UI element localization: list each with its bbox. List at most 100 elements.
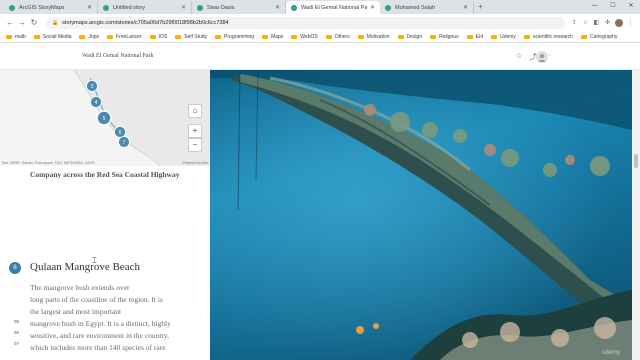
bookmark-label: Motivation bbox=[366, 33, 390, 40]
side-number: 06 bbox=[14, 330, 20, 335]
tab-title: Untitled story bbox=[113, 4, 146, 11]
section-body: The mangrove bush extends over long parts… bbox=[30, 282, 200, 354]
story-map[interactable]: 3 4 5 67 ⌂ + − Esri, HERE, Garmin, Foursqua… bbox=[0, 70, 210, 166]
maximize-icon[interactable]: ☐ bbox=[604, 0, 622, 14]
minimize-icon[interactable]: — bbox=[586, 0, 604, 14]
body-line: mangrove bush in Egypt. It is a distinct… bbox=[30, 319, 171, 328]
folder-icon bbox=[6, 34, 12, 39]
bookmark-label: Self Study bbox=[184, 33, 208, 40]
bookmark-label: WebOS bbox=[300, 33, 318, 40]
body-line: sensitive, and rare environment in the c… bbox=[30, 331, 170, 340]
tab-close-icon[interactable]: ✕ bbox=[87, 4, 92, 11]
map-marker[interactable]: 5 bbox=[96, 110, 112, 126]
bookmark-label: scientific research bbox=[532, 33, 573, 40]
bookmark-item[interactable]: Jops bbox=[79, 34, 99, 40]
browser-tab[interactable]: Mohamed Salah ✕ bbox=[380, 1, 474, 14]
tab-favicon-icon bbox=[291, 4, 297, 11]
tab-title: ArcGIS StoryMaps bbox=[19, 4, 65, 11]
mouse-cursor-icon: ⌶ bbox=[92, 256, 97, 265]
user-avatar-icon[interactable] bbox=[536, 51, 548, 63]
bookmark-label: Jops bbox=[88, 33, 100, 40]
bookmark-label: Ent bbox=[475, 33, 484, 40]
bookmark-item[interactable]: Cartography bbox=[580, 33, 618, 40]
body-line: the largest and most important bbox=[30, 307, 122, 316]
bookmark-label: Religous bbox=[439, 33, 459, 40]
bookmark-item[interactable]: FreeLancer bbox=[107, 34, 142, 40]
close-window-icon[interactable]: ✕ bbox=[622, 0, 640, 14]
bookmark-item[interactable]: maib bbox=[6, 34, 26, 40]
bookmark-item[interactable]: WebOS bbox=[291, 33, 318, 40]
tab-favicon-icon bbox=[385, 4, 391, 11]
bookmark-item[interactable]: Social Media bbox=[33, 34, 71, 40]
folder-icon bbox=[357, 34, 364, 39]
bookmark-item[interactable]: IOS bbox=[149, 34, 167, 40]
bookmark-item[interactable]: Design bbox=[397, 34, 422, 40]
folder-icon bbox=[175, 34, 182, 39]
browser-tab[interactable]: ArcGIS StoryMaps ✕ bbox=[4, 1, 98, 14]
bookmark-label: Cartography bbox=[589, 33, 618, 40]
bookmark-label: Programming bbox=[224, 33, 255, 40]
new-tab-button[interactable]: + bbox=[478, 1, 483, 14]
browser-tab[interactable]: Untitled story ✕ bbox=[98, 1, 192, 14]
page-scrollbar[interactable] bbox=[632, 70, 640, 360]
scrollbar-thumb[interactable] bbox=[634, 154, 638, 168]
map-home-button[interactable]: ⌂ bbox=[188, 104, 202, 118]
bookmark-item[interactable]: scientific research bbox=[523, 33, 573, 40]
section-title: Qulaan Mangrove Beach bbox=[30, 261, 140, 273]
folder-icon bbox=[466, 34, 473, 39]
menu-kebab-icon[interactable]: ⋮ bbox=[625, 19, 636, 27]
address-bar[interactable]: 🔒 storymaps.arcgis.com/stories/c705a00d7… bbox=[46, 16, 565, 29]
tab-close-icon[interactable]: ✕ bbox=[370, 4, 375, 11]
tab-favicon-icon bbox=[103, 4, 109, 11]
puzzle-icon[interactable]: ✣ bbox=[602, 19, 613, 27]
bookmark-item[interactable]: Others bbox=[325, 34, 350, 40]
map-marker[interactable]: 3 bbox=[86, 80, 98, 92]
folder-icon bbox=[491, 34, 498, 39]
map-marker-label: 4 bbox=[95, 100, 98, 106]
previous-section-caption: Company across the Red Sea Coastal Highw… bbox=[30, 170, 180, 179]
side-numbers: 05 06 07 bbox=[14, 316, 19, 349]
favorite-star-icon[interactable]: ☆ bbox=[512, 52, 526, 62]
folder-icon bbox=[291, 34, 298, 39]
section-number-badge[interactable]: 6 bbox=[9, 262, 21, 274]
folder-icon bbox=[79, 34, 86, 39]
folder-icon bbox=[107, 34, 114, 39]
map-marker-label: 5 bbox=[103, 116, 106, 122]
bookmark-item[interactable]: Ent bbox=[466, 33, 484, 40]
side-number: 05 bbox=[14, 319, 20, 324]
extension-icon[interactable]: ◧ bbox=[591, 19, 602, 27]
browser-tab[interactable]: Siwa Oasis ✕ bbox=[192, 1, 286, 14]
tab-strip: ArcGIS StoryMaps ✕ Untitled story ✕ Siwa Oas… bbox=[0, 0, 640, 14]
profile-avatar[interactable] bbox=[615, 18, 623, 27]
browser-tab[interactable]: Wadi El Gemal National Park ✕ bbox=[286, 1, 380, 14]
share-icon[interactable]: ⇪ bbox=[569, 19, 580, 27]
reload-icon[interactable]: ↻ bbox=[28, 18, 40, 27]
tab-title: Wadi El Gemal National Park bbox=[301, 4, 367, 11]
bookmark-item[interactable]: Motivation bbox=[357, 33, 390, 40]
bookmark-star-icon[interactable]: ☆ bbox=[580, 19, 591, 27]
tab-close-icon[interactable]: ✕ bbox=[181, 4, 186, 11]
bookmark-item[interactable]: Self Study bbox=[175, 34, 207, 40]
zoom-out-button[interactable]: − bbox=[188, 138, 202, 152]
story-text-pane: Company across the Red Sea Coastal Highw… bbox=[0, 166, 210, 360]
bookmark-item[interactable]: Programming bbox=[215, 34, 254, 40]
bookmark-label: FreeLancer bbox=[116, 33, 142, 40]
body-line: which includes more than 140 species of … bbox=[30, 343, 166, 352]
back-icon[interactable]: ← bbox=[4, 18, 16, 27]
tab-close-icon[interactable]: ✕ bbox=[275, 4, 280, 11]
map-marker[interactable]: 7 bbox=[118, 136, 130, 148]
map-marker[interactable]: 4 bbox=[90, 96, 102, 108]
zoom-in-button[interactable]: + bbox=[188, 124, 202, 138]
folder-icon bbox=[149, 34, 156, 39]
window-controls: — ☐ ✕ bbox=[586, 0, 640, 14]
map-powered-by[interactable]: Powered by Esri bbox=[183, 161, 208, 165]
bookmark-item[interactable]: Maps bbox=[262, 34, 283, 40]
tab-close-icon[interactable]: ✕ bbox=[463, 4, 468, 11]
url-text: storymaps.arcgis.com/stories/c705a00d7b2… bbox=[62, 19, 229, 26]
tab-title: Mohamed Salah bbox=[395, 4, 436, 11]
story-title[interactable]: Wadi El Gemal National Park bbox=[82, 53, 154, 59]
bookmark-item[interactable]: Religous bbox=[430, 33, 459, 40]
forward-icon[interactable]: → bbox=[16, 18, 28, 27]
bookmark-item[interactable]: Udemy bbox=[491, 34, 516, 40]
map-marker[interactable]: 6 bbox=[114, 126, 126, 138]
